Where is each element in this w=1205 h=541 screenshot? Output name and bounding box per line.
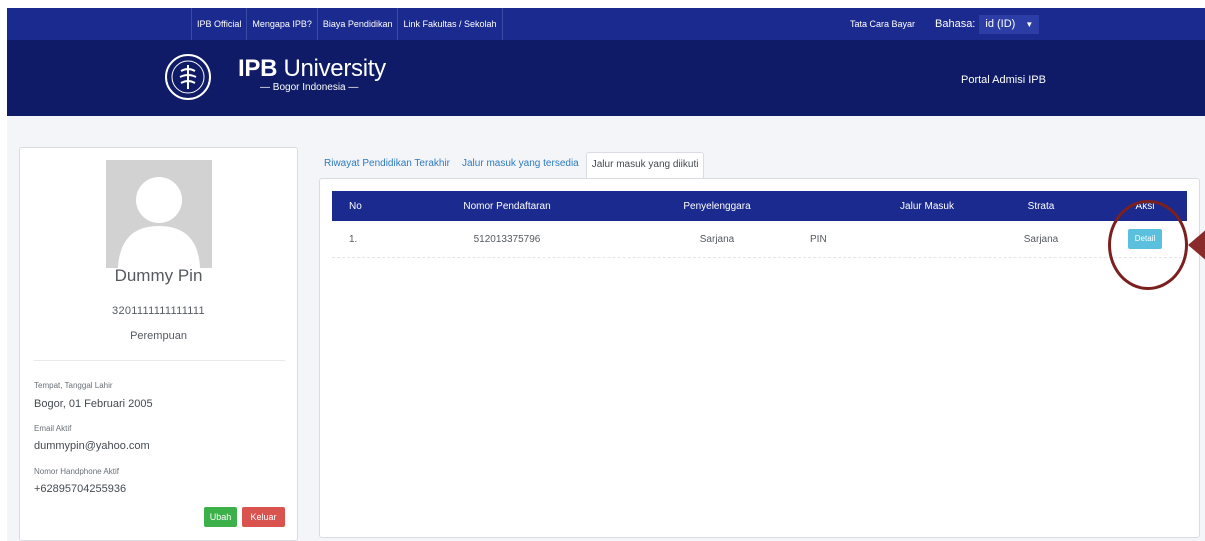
- brand-name: IPB University: [238, 55, 386, 82]
- caret-down-icon: ▼: [1025, 19, 1034, 29]
- logout-button[interactable]: Keluar: [242, 507, 285, 527]
- cell-strata: Sarjana: [1023, 233, 1059, 245]
- profile-id-number: 3201111111111111: [112, 305, 205, 317]
- email-value: dummypin@yahoo.com: [34, 440, 150, 452]
- top-navbar: IPB Official Mengapa IPB? Biaya Pendidik…: [7, 8, 1205, 40]
- profile-divider: [34, 360, 285, 361]
- nav-ipb-official[interactable]: IPB Official: [191, 8, 246, 40]
- cell-jalur: PIN: [810, 233, 827, 245]
- portal-title: Portal Admisi IPB: [961, 74, 1046, 86]
- cell-no: 1.: [349, 233, 358, 245]
- nav-mengapa-ipb[interactable]: Mengapa IPB?: [246, 8, 317, 40]
- cell-penyelenggara: Sarjana: [699, 233, 735, 245]
- top-nav-links: IPB Official Mengapa IPB? Biaya Pendidik…: [191, 8, 503, 40]
- tab-jalur-tersedia[interactable]: Jalur masuk yang tersedia: [457, 152, 584, 179]
- brand-subtitle: — Bogor Indonesia —: [260, 82, 359, 93]
- language-label: Bahasa:: [935, 18, 976, 30]
- profile-gender: Perempuan: [130, 330, 187, 342]
- nav-link-fakultas[interactable]: Link Fakultas / Sekolah: [397, 8, 503, 40]
- header-nomor: Nomor Pendaftaran: [463, 200, 551, 212]
- page: IPB Official Mengapa IPB? Biaya Pendidik…: [7, 8, 1205, 541]
- highlight-arrow: [1188, 228, 1205, 262]
- edit-button[interactable]: Ubah: [204, 507, 237, 527]
- header-penyelenggara: Penyelenggara: [683, 200, 751, 212]
- profile-card: Dummy Pin 3201111111111111 Perempuan Tem…: [19, 147, 298, 541]
- cell-nomor: 512013375796: [473, 233, 541, 245]
- profile-name: Dummy Pin: [114, 266, 203, 285]
- brand-logo[interactable]: IPB University — Bogor Indonesia —: [238, 56, 386, 94]
- tab-panel: No Nomor Pendaftaran Penyelenggara Jalur…: [319, 178, 1200, 538]
- language-dropdown[interactable]: id (ID) ▼: [979, 14, 1040, 34]
- language-selector: Bahasa: id (ID) ▼: [935, 8, 1040, 40]
- table-row: 1. 512013375796 Sarjana PIN Sarjana Deta…: [332, 221, 1187, 258]
- registration-table: No Nomor Pendaftaran Penyelenggara Jalur…: [332, 191, 1187, 258]
- header-no: No: [349, 200, 362, 212]
- nav-biaya-pendidikan[interactable]: Biaya Pendidikan: [316, 8, 398, 40]
- table-header: No Nomor Pendaftaran Penyelenggara Jalur…: [332, 191, 1187, 221]
- tab-riwayat-pendidikan[interactable]: Riwayat Pendidikan Terakhir: [319, 152, 455, 179]
- language-value: id (ID): [985, 17, 1016, 30]
- tab-jalur-diikuti[interactable]: Jalur masuk yang diikuti: [585, 152, 705, 179]
- header-strata: Strata: [1027, 200, 1055, 212]
- header-jalur: Jalur Masuk: [900, 200, 954, 212]
- phone-value: +62895704255936: [34, 483, 127, 495]
- nav-tata-cara-bayar[interactable]: Tata Cara Bayar: [850, 8, 915, 40]
- ipb-seal-icon[interactable]: [164, 53, 212, 101]
- email-label: Email Aktif: [34, 424, 72, 433]
- user-avatar-icon: [106, 160, 212, 268]
- birth-value: Bogor, 01 Februari 2005: [34, 398, 153, 410]
- tab-bar: Riwayat Pendidikan Terakhir Jalur masuk …: [319, 152, 706, 179]
- highlight-circle: [1108, 200, 1188, 290]
- phone-label: Nomor Handphone Aktif: [34, 467, 119, 476]
- birth-label: Tempat, Tanggal Lahir: [34, 381, 113, 390]
